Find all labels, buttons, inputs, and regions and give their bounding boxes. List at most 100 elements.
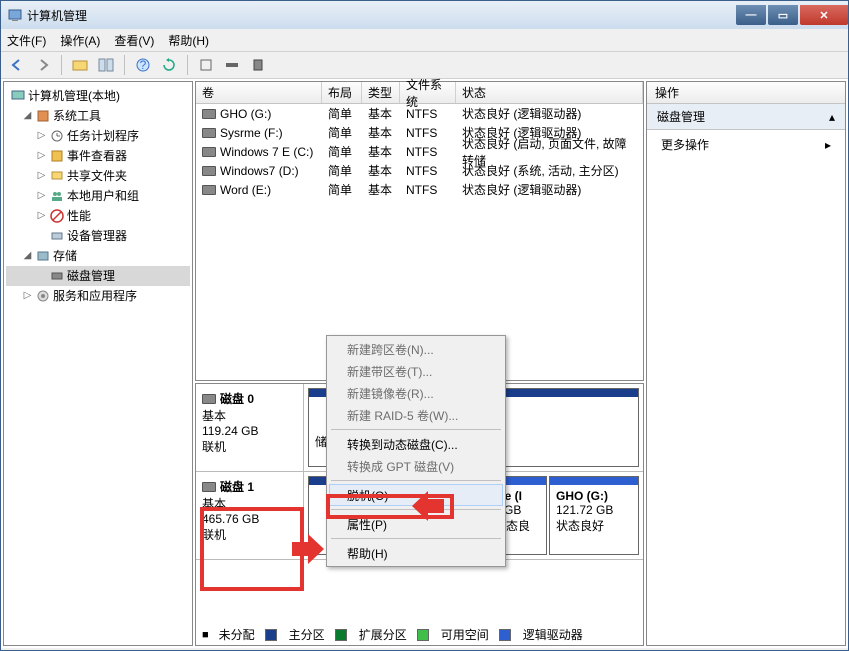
titlebar: 计算机管理 — ▭ ✕ bbox=[1, 1, 848, 29]
volume-layout: 简单 bbox=[322, 124, 362, 141]
legend-extended: 扩展分区 bbox=[359, 626, 407, 643]
menubar: 文件(F) 操作(A) 查看(V) 帮助(H) bbox=[1, 29, 848, 51]
minimize-button[interactable]: — bbox=[736, 5, 766, 25]
legend-free: 可用空间 bbox=[441, 626, 489, 643]
tree-users[interactable]: ▷本地用户和组 bbox=[6, 186, 190, 206]
tree-label: 存储 bbox=[53, 246, 77, 266]
svg-text:?: ? bbox=[140, 58, 147, 72]
share-icon bbox=[49, 168, 65, 184]
disk1-size: 465.76 GB bbox=[202, 512, 297, 526]
col-layout[interactable]: 布局 bbox=[322, 82, 362, 103]
action-icon-2[interactable] bbox=[222, 55, 242, 75]
forward-button[interactable] bbox=[33, 55, 53, 75]
volume-fs: NTFS bbox=[400, 183, 456, 197]
computer-icon bbox=[10, 88, 26, 104]
tree-systools[interactable]: ◢系统工具 bbox=[6, 106, 190, 126]
tree-label: 任务计划程序 bbox=[67, 126, 139, 146]
volume-row[interactable]: Word (E:)简单基本NTFS状态良好 (逻辑驱动器) bbox=[196, 180, 643, 199]
tree-task[interactable]: ▷任务计划程序 bbox=[6, 126, 190, 146]
action-icon-1[interactable] bbox=[196, 55, 216, 75]
ctx-prop[interactable]: 属性(P) bbox=[329, 513, 503, 535]
volume-row[interactable]: Windows7 (D:)简单基本NTFS状态良好 (系统, 活动, 主分区) bbox=[196, 161, 643, 180]
volume-type: 基本 bbox=[362, 181, 400, 198]
disk0-info[interactable]: 磁盘 0 基本 119.24 GB 联机 bbox=[196, 384, 304, 471]
ctx-gpt: 转换成 GPT 磁盘(V) bbox=[329, 455, 503, 477]
disk1-type: 基本 bbox=[202, 495, 297, 512]
volume-layout: 简单 bbox=[322, 105, 362, 122]
ctx-help[interactable]: 帮助(H) bbox=[329, 542, 503, 564]
services-icon bbox=[35, 288, 51, 304]
collapse-icon: ▴ bbox=[829, 110, 835, 124]
tree-label: 磁盘管理 bbox=[67, 266, 115, 286]
back-button[interactable] bbox=[7, 55, 27, 75]
menu-help[interactable]: 帮助(H) bbox=[168, 32, 209, 49]
disk0-name: 磁盘 0 bbox=[220, 390, 254, 407]
volume-fs: NTFS bbox=[400, 164, 456, 178]
volume-row[interactable]: Windows 7 E (C:)简单基本NTFS状态良好 (启动, 页面文件, … bbox=[196, 142, 643, 161]
volume-fs: NTFS bbox=[400, 145, 456, 159]
disk1-state: 联机 bbox=[202, 526, 297, 543]
disk1-partition-g[interactable]: GHO (G:) 121.72 GB 状态良好 bbox=[549, 476, 639, 555]
actions-pane: 操作 磁盘管理▴ 更多操作▸ bbox=[646, 81, 846, 646]
volume-icon bbox=[202, 147, 216, 157]
actions-diskmgmt[interactable]: 磁盘管理 ▴ bbox=[647, 104, 845, 130]
folder-icon[interactable] bbox=[70, 55, 90, 75]
view-icon[interactable] bbox=[96, 55, 116, 75]
close-button[interactable]: ✕ bbox=[800, 5, 848, 25]
volume-layout: 简单 bbox=[322, 181, 362, 198]
window-title: 计算机管理 bbox=[27, 7, 734, 24]
tree-label: 设备管理器 bbox=[67, 226, 127, 246]
disk0-state: 联机 bbox=[202, 438, 297, 455]
disk0-size: 119.24 GB bbox=[202, 424, 297, 438]
window-buttons: — ▭ ✕ bbox=[734, 5, 848, 25]
volume-type: 基本 bbox=[362, 105, 400, 122]
tree-storage[interactable]: ◢存储 bbox=[6, 246, 190, 266]
storage-icon bbox=[35, 248, 51, 264]
chevron-right-icon: ▸ bbox=[825, 138, 831, 152]
volume-icon bbox=[202, 109, 216, 119]
disk1-name: 磁盘 1 bbox=[220, 478, 254, 495]
event-icon bbox=[49, 148, 65, 164]
ctx-dynamic[interactable]: 转换到动态磁盘(C)... bbox=[329, 433, 503, 455]
volume-fs: NTFS bbox=[400, 126, 456, 140]
legend-logical: 逻辑驱动器 bbox=[523, 626, 583, 643]
ctx-offline[interactable]: 脱机(O) bbox=[329, 484, 503, 506]
menu-action[interactable]: 操作(A) bbox=[60, 32, 100, 49]
col-status[interactable]: 状态 bbox=[456, 82, 643, 103]
volume-fs: NTFS bbox=[400, 107, 456, 121]
volume-type: 基本 bbox=[362, 124, 400, 141]
tree-label: 本地用户和组 bbox=[67, 186, 139, 206]
tree-share[interactable]: ▷共享文件夹 bbox=[6, 166, 190, 186]
menu-view[interactable]: 查看(V) bbox=[114, 32, 154, 49]
refresh-icon[interactable] bbox=[159, 55, 179, 75]
col-volume[interactable]: 卷 bbox=[196, 82, 322, 103]
help-icon[interactable]: ? bbox=[133, 55, 153, 75]
tree-label: 性能 bbox=[67, 206, 91, 226]
volume-name: Windows 7 E (C:) bbox=[220, 145, 313, 159]
menu-file[interactable]: 文件(F) bbox=[7, 32, 46, 49]
tree-label: 系统工具 bbox=[53, 106, 101, 126]
clock-icon bbox=[49, 128, 65, 144]
tree-services[interactable]: ▷服务和应用程序 bbox=[6, 286, 190, 306]
actions-label: 磁盘管理 bbox=[657, 108, 705, 125]
tree-diskmgmt[interactable]: 磁盘管理 bbox=[6, 266, 190, 286]
volume-type: 基本 bbox=[362, 143, 400, 160]
tree-label: 事件查看器 bbox=[67, 146, 127, 166]
volume-icon bbox=[202, 166, 216, 176]
col-type[interactable]: 类型 bbox=[362, 82, 400, 103]
tree-perf[interactable]: ▷性能 bbox=[6, 206, 190, 226]
tree-devmgr[interactable]: 设备管理器 bbox=[6, 226, 190, 246]
maximize-button[interactable]: ▭ bbox=[768, 5, 798, 25]
volume-icon bbox=[202, 128, 216, 138]
col-fs[interactable]: 文件系统 bbox=[400, 82, 456, 103]
volume-status: 状态良好 (系统, 活动, 主分区) bbox=[456, 162, 643, 179]
tree-event[interactable]: ▷事件查看器 bbox=[6, 146, 190, 166]
volume-row[interactable]: GHO (G:)简单基本NTFS状态良好 (逻辑驱动器) bbox=[196, 104, 643, 123]
ctx-mirror: 新建镜像卷(R)... bbox=[329, 382, 503, 404]
part-size: 121.72 GB bbox=[556, 503, 632, 517]
action-icon-3[interactable] bbox=[248, 55, 268, 75]
actions-more[interactable]: 更多操作▸ bbox=[647, 130, 845, 159]
tree-root[interactable]: 计算机管理(本地) bbox=[6, 86, 190, 106]
disk1-info[interactable]: 磁盘 1 基本 465.76 GB 联机 bbox=[196, 472, 304, 559]
users-icon bbox=[49, 188, 65, 204]
